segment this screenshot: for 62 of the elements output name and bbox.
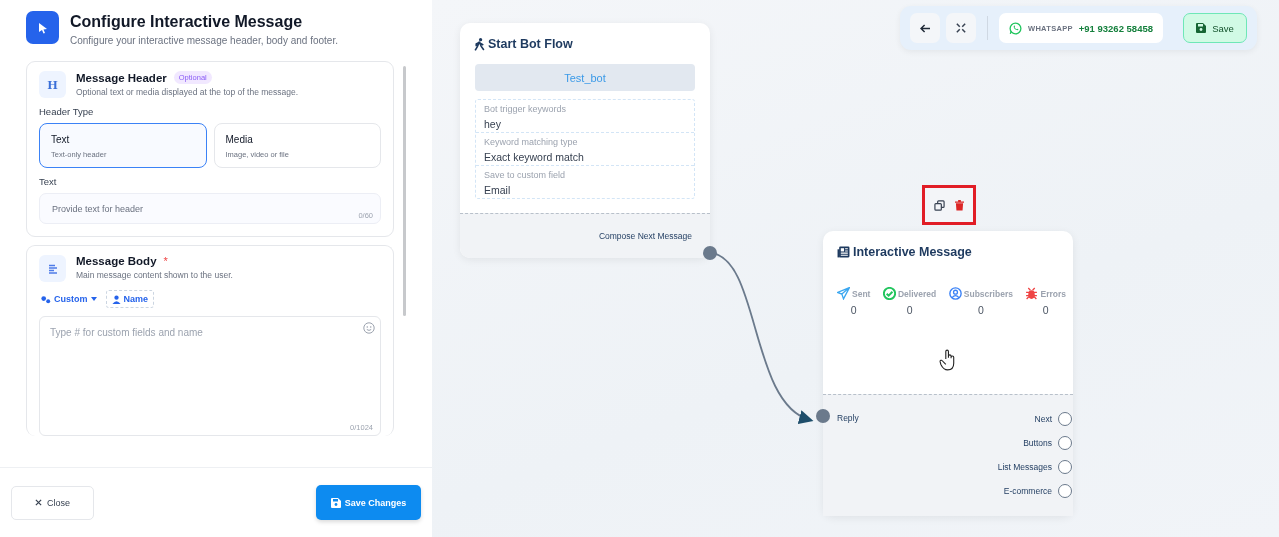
- hand-pointer-icon: [939, 349, 957, 371]
- port-label: Reply: [837, 413, 859, 423]
- field-label: Save to custom field: [484, 170, 567, 180]
- stat-value: 0: [906, 304, 913, 316]
- port-label: Buttons: [1023, 438, 1052, 448]
- header-type-label: Header Type: [39, 106, 95, 117]
- start-node-card[interactable]: Start Bot Flow Test_bot Bot trigger keywords hey Keyword matching type Exact keyword match Save to custom field Email Compose Next Message: [460, 23, 710, 258]
- port-label: E-commerce: [1003, 486, 1052, 496]
- message-node-card[interactable]: Interactive Message Sent 0 Delivered 0 Subscribers 0 Errors 0 Reply Next Buttons List Messages E-commerce: [823, 231, 1073, 516]
- output-port[interactable]: [1058, 412, 1072, 426]
- field-value: Email: [484, 184, 512, 196]
- port-label: List Messages: [997, 462, 1052, 472]
- cursor-icon: [26, 11, 59, 44]
- required-mark: *: [163, 255, 168, 267]
- field-label: Keyword matching type: [484, 137, 579, 147]
- text-align-icon: [39, 255, 66, 282]
- emoji-icon[interactable]: [363, 322, 375, 334]
- output-port[interactable]: [1058, 436, 1072, 450]
- save-changes-button[interactable]: Save Changes: [316, 485, 421, 520]
- stat-label: Errors: [1040, 288, 1066, 299]
- output-port[interactable]: [703, 246, 717, 260]
- section-title: Message Header: [76, 71, 167, 84]
- name-button[interactable]: Name: [105, 290, 154, 308]
- stat-value: 0: [850, 304, 857, 316]
- caret-icon: [90, 297, 97, 301]
- trash-icon[interactable]: [955, 199, 964, 211]
- whatsapp-icon: [1009, 21, 1022, 35]
- close-icon: [35, 499, 42, 506]
- stat-value: 0: [1042, 304, 1049, 316]
- output-port[interactable]: [1058, 484, 1072, 498]
- stat-label: Delivered: [897, 288, 937, 299]
- panel-subtitle: Configure your interactive message header, body and footer.: [70, 35, 338, 46]
- port-label: Next: [1034, 414, 1052, 424]
- stat-label: Sent: [852, 288, 871, 299]
- back-icon[interactable]: [910, 13, 940, 43]
- section-description: Main message content shown to the user.: [76, 270, 233, 280]
- phone-number: +91 93262 58458: [1078, 22, 1153, 34]
- panel-title: Configure Interactive Message: [70, 13, 304, 31]
- stat-label: Subscribers: [963, 288, 1013, 299]
- node-title: Interactive Message: [823, 231, 1073, 259]
- collapse-icon[interactable]: [946, 13, 976, 43]
- bot-name-label: Test_bot: [475, 64, 695, 91]
- input-port[interactable]: [816, 409, 830, 423]
- scrollbar[interactable]: [403, 66, 406, 316]
- output-port[interactable]: [1058, 460, 1072, 474]
- copy-icon[interactable]: [934, 199, 945, 211]
- gears-icon: [40, 294, 51, 304]
- walking-person-icon: [474, 37, 485, 51]
- section-title: Message Body: [76, 255, 157, 267]
- save-button[interactable]: Save: [1183, 13, 1247, 43]
- node-title: Start Bot Flow: [460, 23, 710, 51]
- user-icon: [111, 294, 121, 304]
- text-label: Text: [39, 176, 58, 187]
- field-value: Exact keyword match: [484, 151, 585, 163]
- section-description: Optional text or media displayed at the top of the message.: [76, 87, 299, 97]
- field-value: hey: [484, 118, 502, 130]
- newspaper-icon: [837, 246, 850, 258]
- close-button[interactable]: Close: [11, 485, 94, 520]
- header-letter-icon: H: [39, 71, 66, 98]
- field-label: Bot trigger keywords: [484, 104, 568, 114]
- stat-value: 0: [977, 304, 984, 316]
- port-label: Compose Next Message: [598, 231, 692, 241]
